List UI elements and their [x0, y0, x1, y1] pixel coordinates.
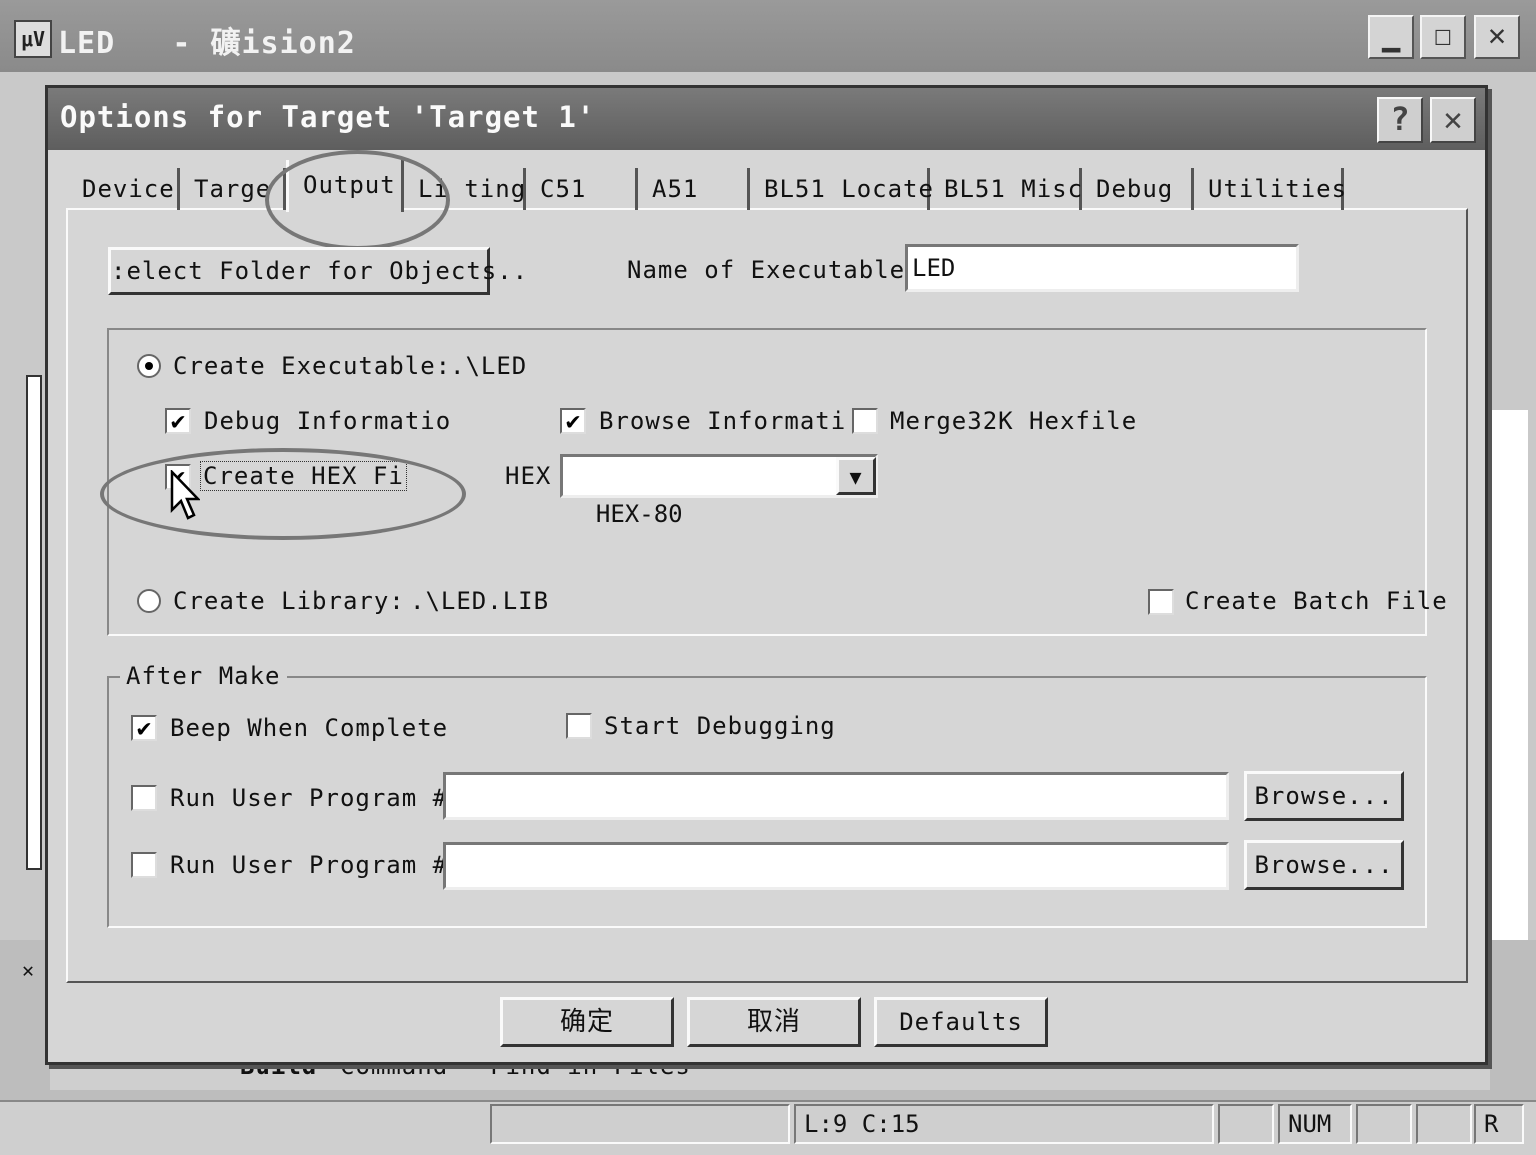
- run-user-program-1-checkbox[interactable]: [131, 785, 157, 811]
- hex-format-value: HEX-80: [595, 500, 683, 528]
- run-user-program-1-label: Run User Program #1: [170, 784, 464, 812]
- browse-2-button[interactable]: Browse...: [1244, 840, 1404, 890]
- annotation-circle-create-hex: [100, 448, 466, 540]
- beep-when-complete-label: Beep When Complete: [170, 714, 449, 742]
- status-cell-blank-2: [1356, 1104, 1412, 1144]
- status-cursor-position: L:9 C:15: [794, 1104, 1214, 1144]
- debug-information-checkbox[interactable]: ✔: [165, 408, 191, 434]
- app-icon: μV: [14, 20, 52, 58]
- beep-when-complete-checkbox[interactable]: ✔: [131, 715, 157, 741]
- select-folder-button[interactable]: :elect Folder for Objects..: [108, 247, 527, 295]
- main-window-title: LED - 礦ision2: [58, 26, 356, 61]
- maximize-button[interactable]: ☐: [1420, 15, 1466, 59]
- status-cell-message: [490, 1104, 790, 1144]
- create-executable-radio[interactable]: [137, 354, 161, 378]
- ok-button[interactable]: 确定: [500, 997, 674, 1047]
- tab-utilities[interactable]: Utilities: [1194, 168, 1346, 210]
- cancel-button[interactable]: 取消: [687, 997, 861, 1047]
- run-user-program-1-input[interactable]: [443, 772, 1229, 820]
- start-debugging-label: Start Debugging: [604, 712, 836, 740]
- output-close-icon[interactable]: ✕: [22, 958, 34, 982]
- create-library-path: .\LED.LIB: [410, 587, 550, 615]
- background-project-panel: [26, 375, 42, 870]
- start-debugging-checkbox[interactable]: [566, 713, 592, 739]
- run-user-program-2-checkbox[interactable]: [131, 852, 157, 878]
- chevron-down-icon[interactable]: ▼: [836, 457, 876, 495]
- close-window-button[interactable]: ✕: [1474, 15, 1520, 59]
- debug-information-label: Debug Informatio: [204, 407, 452, 435]
- run-user-program-2-input[interactable]: [443, 842, 1229, 890]
- dialog-title: Options for Target 'Target 1': [60, 100, 596, 134]
- hex-format-select[interactable]: HEX-80: [560, 454, 878, 528]
- tab-device[interactable]: Device: [68, 168, 180, 210]
- defaults-button[interactable]: Defaults: [874, 997, 1048, 1047]
- create-batch-file-checkbox[interactable]: [1148, 589, 1174, 615]
- browse-1-button[interactable]: Browse...: [1244, 771, 1404, 821]
- hex-format-label: HEX: [505, 462, 552, 490]
- merge32k-hexfile-label: Merge32K Hexfile: [890, 407, 1138, 435]
- tab-debug[interactable]: Debug: [1082, 168, 1194, 210]
- merge32k-hexfile-checkbox[interactable]: [852, 408, 878, 434]
- status-r: R: [1474, 1104, 1524, 1144]
- tab-bl51-misc[interactable]: BL51 Misc: [930, 168, 1082, 210]
- create-executable-path: .\LED: [450, 352, 528, 380]
- annotation-circle-output-tab: [265, 150, 450, 250]
- tab-bl51-locate[interactable]: BL51 Locate: [750, 168, 933, 210]
- browse-information-checkbox[interactable]: ✔: [560, 408, 586, 434]
- create-library-radio[interactable]: [137, 589, 161, 613]
- help-button[interactable]: ?: [1377, 97, 1423, 143]
- tab-c51[interactable]: C51: [526, 168, 638, 210]
- status-cell-blank: [1218, 1104, 1274, 1144]
- create-executable-label: Create Executable:: [173, 352, 452, 380]
- status-num: NUM: [1278, 1104, 1352, 1144]
- name-of-executable-input[interactable]: LED: [905, 244, 1299, 292]
- minimize-button[interactable]: ▁: [1368, 15, 1414, 59]
- browse-information-label: Browse Informati: [599, 407, 847, 435]
- after-make-title: After Make: [120, 662, 287, 690]
- status-cell-blank-3: [1416, 1104, 1472, 1144]
- tab-a51[interactable]: A51: [638, 168, 750, 210]
- run-user-program-2-label: Run User Program #2: [170, 851, 464, 879]
- create-batch-file-label: Create Batch File: [1185, 587, 1448, 615]
- name-of-executable-label: Name of Executable:: [627, 256, 921, 284]
- dialog-close-button[interactable]: ✕: [1430, 97, 1476, 143]
- create-library-label: Create Library:: [173, 587, 405, 615]
- background-editor-panel: [1486, 410, 1528, 940]
